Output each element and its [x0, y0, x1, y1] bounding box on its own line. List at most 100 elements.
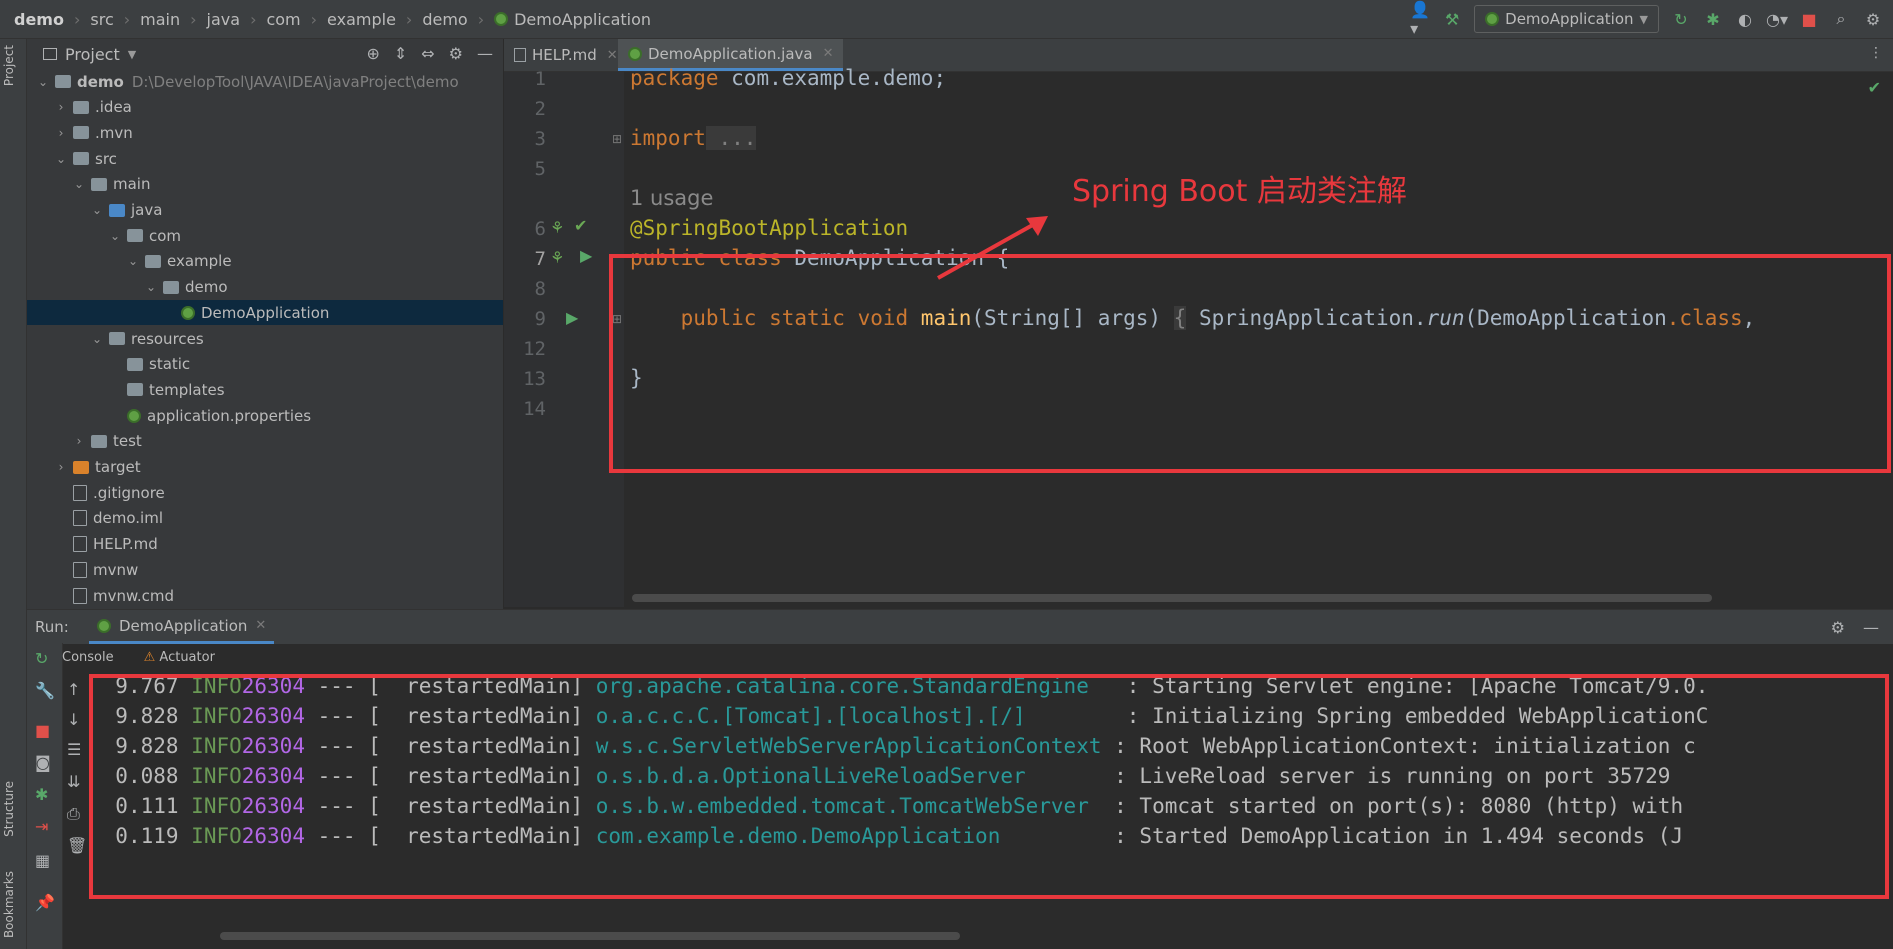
chevron-down-icon[interactable]: ⌄: [125, 254, 141, 268]
layout-icon[interactable]: ▦: [35, 851, 50, 870]
scroll-to-end-icon[interactable]: ⇊: [67, 772, 80, 791]
inspection-ok-icon[interactable]: ✔: [1868, 78, 1881, 97]
arrow-up-icon[interactable]: ↑: [67, 680, 80, 699]
tree-item[interactable]: static: [27, 352, 503, 377]
chevron-right-icon[interactable]: ›: [71, 434, 87, 448]
profile-icon[interactable]: ◔▾: [1766, 9, 1788, 29]
chevron-right-icon[interactable]: ›: [53, 460, 69, 474]
tree-item[interactable]: ⌄ main: [27, 172, 503, 197]
chevron-down-icon[interactable]: ⌄: [35, 75, 51, 89]
minimize-icon[interactable]: —: [477, 44, 493, 63]
trash-icon[interactable]: 🗑: [67, 836, 87, 855]
debug-bug-icon[interactable]: ✱: [1703, 9, 1723, 29]
coverage-shield-icon[interactable]: ◐: [1735, 9, 1755, 29]
chevron-down-icon[interactable]: ⌄: [71, 177, 87, 191]
run-configuration-select[interactable]: DemoApplication ▼: [1474, 5, 1659, 33]
tree-item[interactable]: HELP.md: [27, 532, 503, 557]
chevron-right-icon[interactable]: ›: [53, 126, 69, 140]
tab-help-md[interactable]: HELP.md ✕: [504, 39, 628, 71]
tree-item[interactable]: ⌄ java: [27, 198, 503, 223]
tree-item[interactable]: ⌄ src: [27, 146, 503, 171]
hammer-build-icon[interactable]: ⚒: [1442, 9, 1462, 29]
breadcrumb-item[interactable]: demo: [422, 10, 467, 29]
tree-item[interactable]: ⌄ example: [27, 249, 503, 274]
gear-icon[interactable]: ⚙: [449, 44, 463, 63]
close-icon[interactable]: ✕: [607, 48, 618, 63]
tree-item[interactable]: ⌄ resources: [27, 326, 503, 351]
exit-icon[interactable]: ⇥: [35, 817, 48, 836]
rerun-icon[interactable]: ↻: [35, 649, 48, 668]
tool-window-tab-structure[interactable]: Structure: [2, 781, 16, 837]
spring-boot-run-icon[interactable]: ✔: [574, 216, 587, 235]
tree-item[interactable]: ⌄ demo D:\DevelopTool\JAVA\IDEA\javaProjec…: [27, 69, 503, 94]
folder-icon: [91, 177, 107, 191]
search-icon[interactable]: ⌕: [1831, 9, 1851, 29]
breadcrumb-item[interactable]: com: [266, 10, 300, 29]
collapse-all-icon[interactable]: ⇔: [421, 44, 434, 63]
pin-icon[interactable]: 📌: [35, 893, 55, 912]
stop-icon[interactable]: ■: [1799, 9, 1819, 29]
debug-bug-icon[interactable]: ✱: [35, 785, 48, 804]
run-tab[interactable]: DemoApplication ✕: [89, 610, 275, 644]
spring-bean-icon[interactable]: ⚘: [550, 248, 564, 267]
folder-icon: [55, 75, 71, 88]
chevron-down-icon[interactable]: ⌄: [53, 152, 69, 166]
expand-all-icon[interactable]: ⇕: [394, 44, 407, 63]
spring-bean-icon[interactable]: ⚘: [550, 218, 564, 237]
run-gutter-icon[interactable]: ▶: [580, 246, 592, 265]
breadcrumb-item[interactable]: DemoApplication: [514, 10, 651, 29]
chevron-right-icon[interactable]: ›: [53, 100, 69, 114]
tool-window-tab-project[interactable]: Project: [2, 45, 16, 86]
tree-item[interactable]: .gitignore: [27, 480, 503, 505]
tree-item[interactable]: › test: [27, 429, 503, 454]
wrench-icon[interactable]: 🔧: [35, 681, 55, 700]
tree-item[interactable]: application.properties: [27, 403, 503, 428]
stop-icon[interactable]: ■: [35, 721, 50, 740]
line-number: 3: [534, 128, 546, 150]
folded-imports[interactable]: ...: [705, 126, 757, 150]
tab-actuator[interactable]: ⚠ Actuator: [144, 650, 215, 665]
tool-window-tab-bookmarks[interactable]: Bookmarks: [2, 871, 16, 938]
minimize-icon[interactable]: —: [1863, 618, 1879, 637]
chevron-down-icon[interactable]: ⌄: [89, 203, 105, 217]
tree-item[interactable]: templates: [27, 377, 503, 402]
chevron-down-icon[interactable]: ⌄: [89, 332, 105, 346]
project-view-selector[interactable]: Project ▼: [43, 45, 136, 64]
chevron-down-icon[interactable]: ⌄: [143, 280, 159, 294]
print-icon[interactable]: ⎙: [67, 804, 80, 824]
tree-item[interactable]: › .idea: [27, 95, 503, 120]
gear-icon[interactable]: ⚙: [1831, 618, 1845, 637]
breadcrumb-item[interactable]: src: [90, 10, 113, 29]
close-icon[interactable]: ✕: [255, 618, 266, 633]
breadcrumb-item[interactable]: demo: [14, 10, 64, 29]
soft-wrap-icon[interactable]: ☰: [67, 740, 81, 759]
tree-item-label: demo: [77, 72, 124, 91]
chevron-down-icon[interactable]: ⌄: [107, 229, 123, 243]
usage-hint[interactable]: 1 usage: [630, 186, 713, 210]
tree-item[interactable]: ⌄ com: [27, 223, 503, 248]
tree-item[interactable]: demo.iml: [27, 506, 503, 531]
tree-item[interactable]: DemoApplication: [27, 300, 503, 326]
more-options-icon[interactable]: ⋮: [1869, 45, 1883, 61]
tree-item[interactable]: mvnw.cmd: [27, 583, 503, 608]
tree-item[interactable]: › target: [27, 455, 503, 480]
fold-icon[interactable]: ⊞: [612, 132, 622, 146]
user-icon[interactable]: 👤▾: [1410, 0, 1430, 38]
breadcrumb-item[interactable]: java: [207, 10, 241, 29]
tab-console[interactable]: Console: [62, 650, 114, 665]
tree-item[interactable]: ⌄ demo: [27, 275, 503, 300]
run-gutter-icon[interactable]: ▶: [566, 308, 578, 327]
tree-item[interactable]: › .mvn: [27, 120, 503, 145]
locate-target-icon[interactable]: ⊕: [366, 44, 379, 63]
breadcrumb-item[interactable]: example: [327, 10, 396, 29]
horizontal-scrollbar[interactable]: [220, 932, 960, 940]
rerun-icon[interactable]: ↻: [1671, 9, 1691, 29]
camera-icon[interactable]: ◙: [35, 753, 51, 772]
close-icon[interactable]: ✕: [823, 46, 834, 61]
project-panel-title: Project: [65, 44, 120, 64]
horizontal-scrollbar[interactable]: [632, 594, 1712, 602]
arrow-down-icon[interactable]: ↓: [67, 710, 80, 729]
gear-icon[interactable]: ⚙: [1863, 9, 1883, 29]
tree-item[interactable]: mvnw: [27, 557, 503, 582]
breadcrumb-item[interactable]: main: [140, 10, 180, 29]
